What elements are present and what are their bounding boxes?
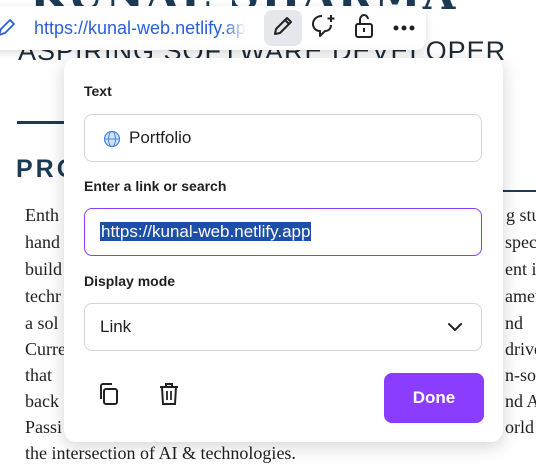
body-line: spec bbox=[505, 232, 536, 252]
add-comment-button[interactable] bbox=[305, 10, 343, 46]
body-line: nd A bbox=[505, 391, 536, 411]
unlock-icon bbox=[352, 13, 376, 44]
body-line: build bbox=[25, 259, 63, 279]
body-line: amew bbox=[505, 286, 536, 306]
link-toolbar: https://kunal-web.netlify.app bbox=[0, 6, 426, 50]
globe-icon bbox=[103, 130, 121, 153]
copy-button[interactable] bbox=[92, 378, 126, 414]
body-line: the intersection of AI & technologies. bbox=[25, 443, 296, 463]
body-line: hand bbox=[25, 232, 60, 252]
pencil-icon bbox=[271, 14, 295, 43]
body-line: Enth bbox=[25, 205, 59, 225]
body-line: techr bbox=[25, 286, 61, 306]
trash-icon bbox=[157, 381, 181, 412]
body-line: that bbox=[25, 365, 52, 385]
body-line: ent i bbox=[505, 259, 536, 279]
text-value: Portfolio bbox=[129, 128, 192, 147]
done-button[interactable]: Done bbox=[384, 373, 484, 423]
link-url[interactable]: https://kunal-web.netlify.app bbox=[34, 18, 246, 39]
link-input-value: https://kunal-web.netlify.app bbox=[100, 222, 312, 241]
text-field[interactable]: Portfolio bbox=[84, 114, 482, 162]
body-line: a sol bbox=[25, 313, 59, 333]
body-line: orld bbox=[505, 417, 534, 437]
body-line: n-sol bbox=[505, 365, 536, 385]
chevron-down-icon bbox=[447, 319, 463, 340]
body-line: Passi bbox=[25, 417, 63, 437]
link-input[interactable]: https://kunal-web.netlify.app bbox=[84, 208, 482, 256]
display-mode-select[interactable]: Link bbox=[84, 303, 482, 351]
link-label: Enter a link or search bbox=[84, 178, 227, 194]
comment-add-icon bbox=[311, 13, 337, 44]
delete-link-button[interactable] bbox=[152, 378, 186, 414]
edit-link-button[interactable] bbox=[264, 10, 302, 46]
divider bbox=[500, 190, 536, 192]
body-line: drive bbox=[505, 339, 536, 359]
body-line: back bbox=[25, 391, 59, 411]
display-mode-value: Link bbox=[100, 317, 132, 336]
copy-icon bbox=[96, 381, 122, 412]
body-line: nd bbox=[505, 313, 523, 333]
more-horizontal-icon bbox=[392, 19, 416, 37]
link-editor-popover: Text Portfolio Enter a link or search ht… bbox=[64, 58, 503, 442]
body-line: g stu bbox=[506, 205, 536, 225]
text-label: Text bbox=[84, 83, 112, 99]
lock-button[interactable] bbox=[345, 10, 383, 46]
more-options-button[interactable] bbox=[385, 10, 423, 46]
display-mode-label: Display mode bbox=[84, 273, 176, 289]
body-line: Curre bbox=[25, 339, 66, 359]
link-icon bbox=[0, 18, 16, 38]
